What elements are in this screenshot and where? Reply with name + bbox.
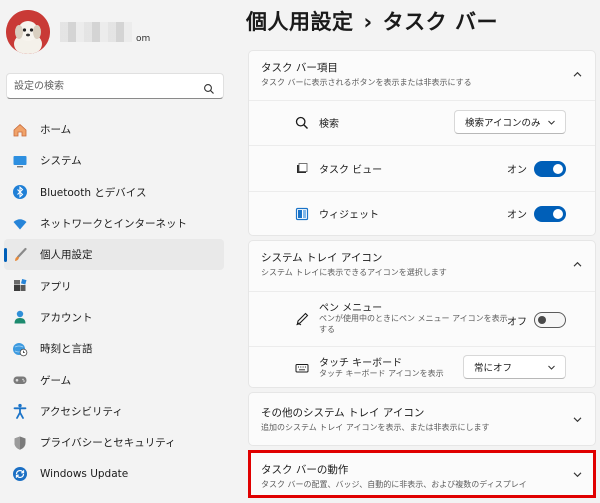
card-subtitle: タスク バーの配置、バッジ、自動的に非表示、および複数のディスプレイ [261,480,527,489]
search-input[interactable] [7,74,187,99]
search-row: 検索 検索アイコンのみ [249,101,595,145]
sidebar-item-personalization[interactable]: 個人用設定 [4,239,224,271]
other-tray-header[interactable]: その他のシステム トレイ アイコン 追加のシステム トレイ アイコンを表示、また… [249,393,595,445]
chevron-up-icon[interactable] [572,259,583,270]
widgets-toggle[interactable] [534,206,566,222]
sidebar-item-label: システム [40,155,82,168]
sidebar-item-label: 個人用設定 [40,249,93,262]
home-icon [12,122,28,138]
dropdown-value: 検索アイコンのみ [465,118,541,129]
pen-menu-state: オフ [507,317,527,328]
sidebar-item-label: プライバシーとセキュリティ [40,437,176,450]
other-tray-card[interactable]: その他のシステム トレイ アイコン 追加のシステム トレイ アイコンを表示、また… [248,392,596,446]
bluetooth-icon [12,184,28,200]
system-icon [12,153,28,169]
sidebar-item-windows-update[interactable]: Windows Update [4,458,224,489]
sidebar-item-privacy[interactable]: プライバシーとセキュリティ [4,427,224,458]
chevron-down-icon[interactable] [572,414,583,425]
user-name [60,22,132,42]
chevron-down-icon [548,120,555,125]
wifi-icon [12,216,28,232]
sidebar-item-label: ゲーム [40,374,72,387]
touch-keyboard-dropdown[interactable]: 常にオフ [463,355,566,379]
sidebar-item-network[interactable]: ネットワークとインターネット [4,208,224,239]
page-title: 個人用設定 › タスク バー [246,6,498,36]
system-tray-card: システム トレイ アイコン システム トレイに表示できるアイコンを選択します ペ… [248,240,596,388]
sidebar-item-time-language[interactable]: 時刻と言語 [4,333,224,364]
brush-icon [12,247,28,263]
taskbar-behavior-card[interactable]: タスク バーの動作 タスク バーの配置、バッジ、自動的に非表示、および複数のディ… [248,450,596,498]
chevron-up-icon[interactable] [572,69,583,80]
task-view-toggle[interactable] [534,161,566,177]
pen-icon [295,312,309,326]
search-mode-dropdown[interactable]: 検索アイコンのみ [454,110,566,134]
chevron-down-icon[interactable] [572,469,583,480]
search-label: 検索 [319,119,339,130]
sidebar-item-label: ホーム [40,124,72,137]
pen-menu-description: ペンが使用中のときにペン メニュー アイコンを表示する [319,314,508,334]
shield-icon [12,435,28,451]
pen-menu-toggle[interactable] [534,312,566,328]
chevron-down-icon [548,365,555,370]
sidebar-item-label: Windows Update [40,467,129,480]
touch-keyboard-label: タッチ キーボード [319,358,403,369]
widgets-state: オン [507,210,527,221]
sidebar-item-label: Bluetooth とデバイス [40,186,147,199]
task-view-state: オン [507,165,527,176]
sidebar-item-apps[interactable]: アプリ [4,270,224,301]
globe-clock-icon [12,341,28,357]
taskbar-items-card: タスク バー項目 タスク バーに表示されるボタンを表示または非表示にする 検索 … [248,50,596,236]
sidebar-item-system[interactable]: システム [4,145,224,176]
apps-icon [12,278,28,294]
accessibility-icon [12,403,28,420]
task-view-row: タスク ビュー オン [249,146,595,191]
sidebar-item-gaming[interactable]: ゲーム [4,364,224,395]
sidebar-item-bluetooth[interactable]: Bluetooth とデバイス [4,177,224,208]
touch-keyboard-row: タッチ キーボード タッチ キーボード アイコンを表示 常にオフ [249,347,595,388]
search-icon[interactable] [203,80,215,94]
card-title: タスク バー項目 [261,62,338,74]
widgets-icon [295,207,309,221]
gamepad-icon [12,372,28,388]
card-title: タスク バーの動作 [261,464,349,476]
card-title: システム トレイ アイコン [261,252,383,264]
search-box[interactable] [6,73,224,99]
search-icon [295,116,309,130]
sidebar: om ホーム システム Bluetooth とデバイス [0,0,232,503]
sidebar-item-home[interactable]: ホーム [4,114,224,145]
pen-menu-row: ペン メニュー ペンが使用中のときにペン メニュー アイコンを表示する オフ [249,292,595,346]
sidebar-item-label: 時刻と言語 [40,343,93,356]
sidebar-item-label: アプリ [40,280,72,293]
breadcrumb-separator: › [363,10,373,34]
dropdown-value: 常にオフ [474,363,513,374]
task-view-label: タスク ビュー [319,165,383,176]
taskbar-items-header[interactable]: タスク バー項目 タスク バーに表示されるボタンを表示または非表示にする [249,51,595,99]
account-icon [12,309,28,325]
widgets-row: ウィジェット オン [249,192,595,236]
user-email: om [136,34,151,44]
widgets-label: ウィジェット [319,210,379,221]
windows-update-icon [12,466,28,482]
sidebar-item-label: アカウント [40,311,93,324]
card-subtitle: 追加のシステム トレイ アイコンを表示、または非表示にします [261,423,490,432]
sidebar-nav: ホーム システム Bluetooth とデバイス ネットワークとインターネット … [4,114,224,490]
breadcrumb-parent[interactable]: 個人用設定 [246,10,354,34]
avatar[interactable] [6,10,50,54]
pen-menu-label: ペン メニュー [319,303,383,314]
task-view-icon [295,162,309,176]
sidebar-item-label: アクセシビリティ [40,405,123,418]
card-subtitle: タスク バーに表示されるボタンを表示または非表示にする [261,78,472,87]
sidebar-item-accessibility[interactable]: アクセシビリティ [4,396,224,427]
keyboard-icon [295,361,309,375]
system-tray-header[interactable]: システム トレイ アイコン システム トレイに表示できるアイコンを選択します [249,241,595,289]
taskbar-behavior-header[interactable]: タスク バーの動作 タスク バーの配置、バッジ、自動的に非表示、および複数のディ… [249,451,595,497]
sidebar-item-accounts[interactable]: アカウント [4,302,224,333]
card-subtitle: システム トレイに表示できるアイコンを選択します [261,268,447,277]
card-title: その他のシステム トレイ アイコン [261,407,425,419]
breadcrumb-current: タスク バー [382,10,498,34]
sidebar-item-label: ネットワークとインターネット [40,218,187,231]
